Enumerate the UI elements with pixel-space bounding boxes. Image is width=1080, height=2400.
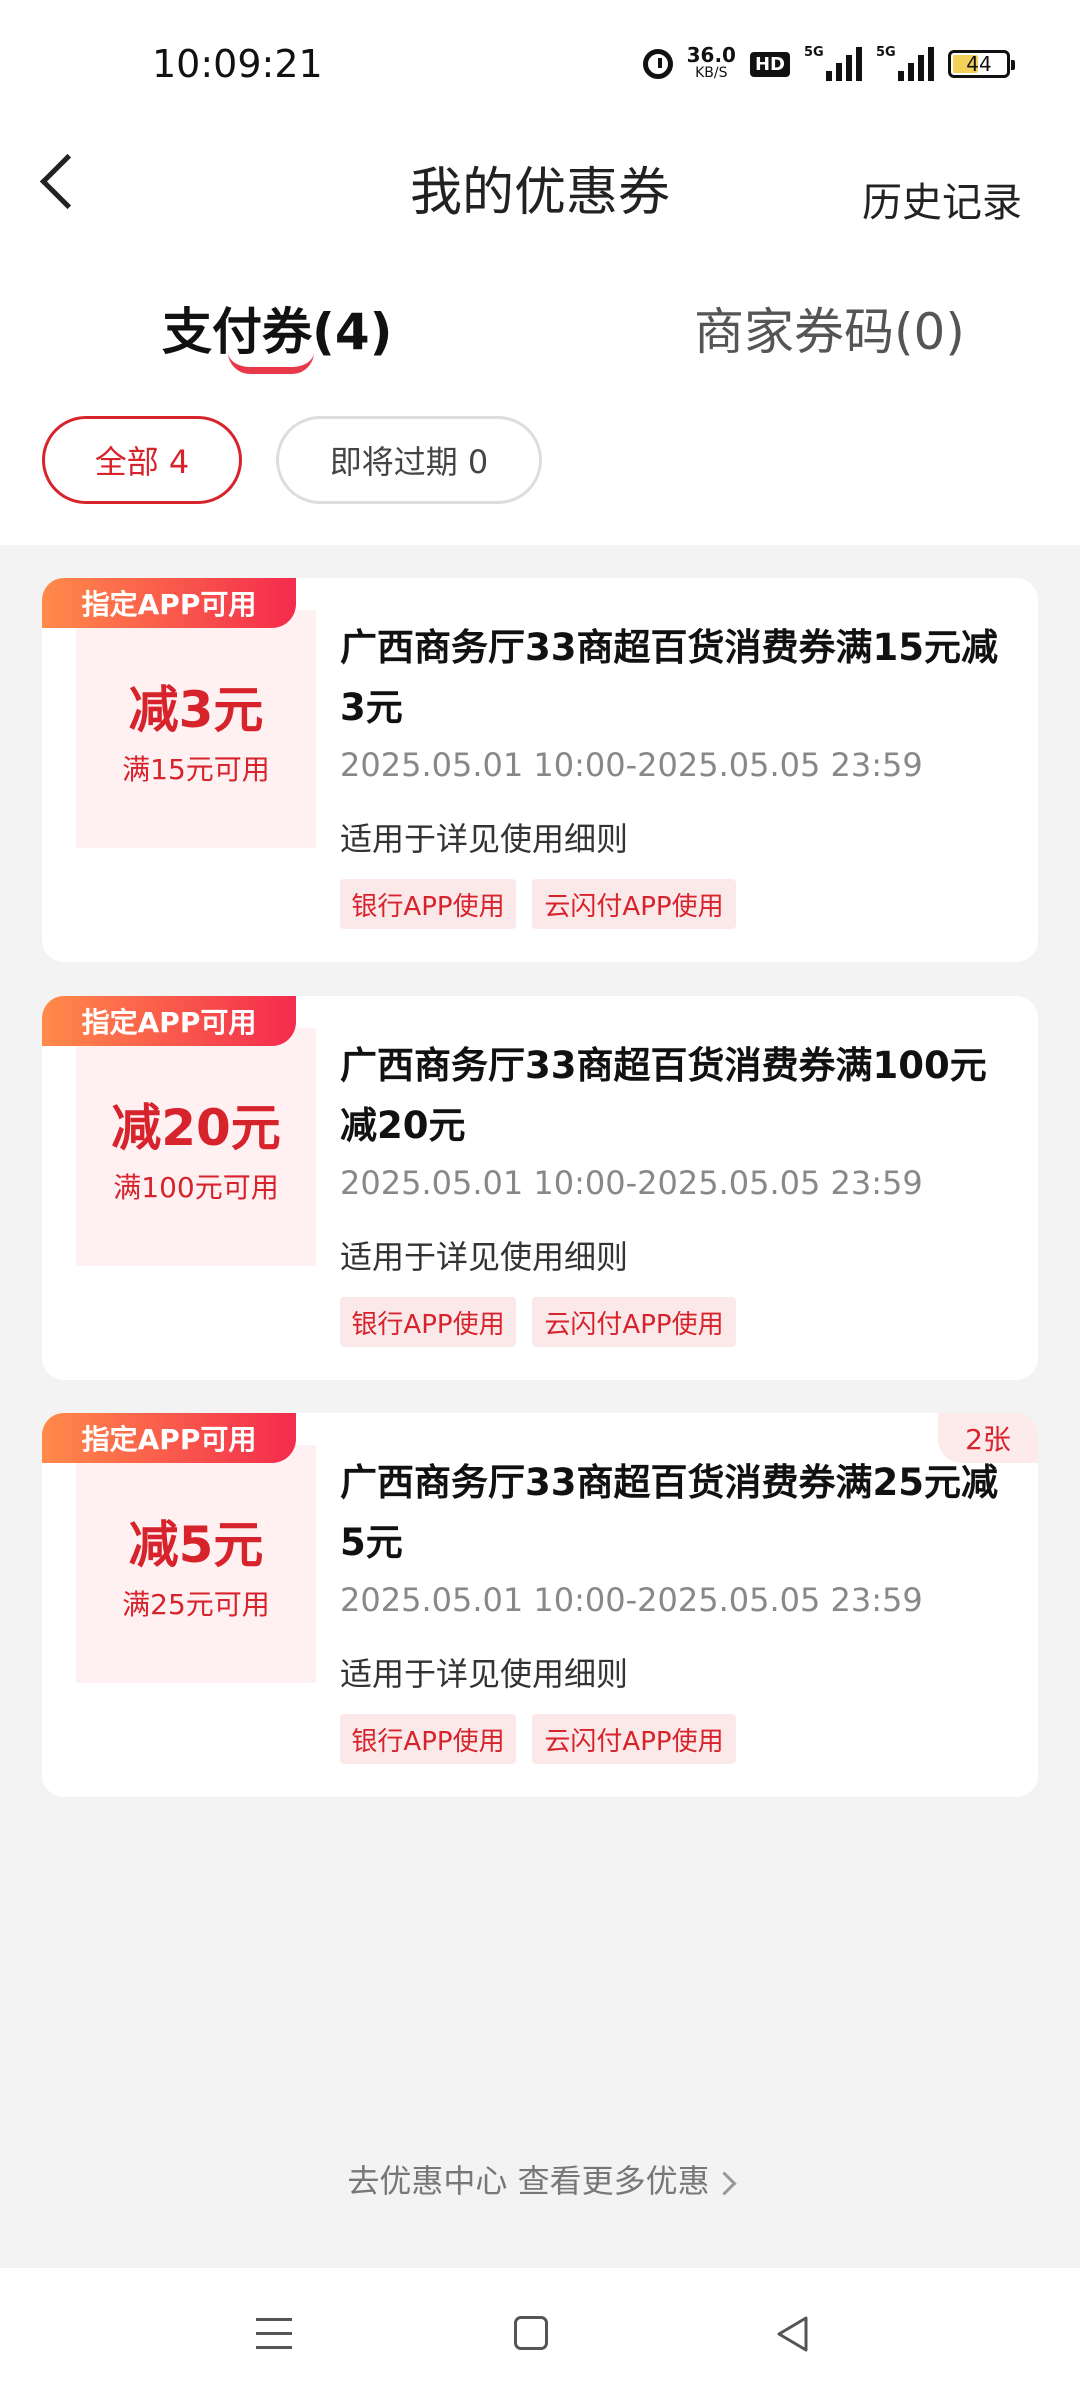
coupon-threshold: 满100元可用	[113, 1171, 279, 1204]
hd-voice-icon: HD	[749, 51, 790, 77]
signal-icon: 5G	[804, 45, 862, 81]
back-triangle-icon[interactable]	[774, 2314, 810, 2354]
coupon-title: 广西商务厅33商超百货消费券满100元减20元	[340, 1044, 987, 1147]
filter-expiring-chip[interactable]: 即将过期 0	[276, 416, 542, 504]
network-speed: 36.0 KB/S	[686, 43, 736, 81]
system-nav-bar	[0, 2268, 1080, 2400]
coupon-card[interactable]: 指定APP可用 减20元 满100元可用 广西商务厅33商超百货消费券满100元…	[42, 996, 1038, 1380]
coupon-tag-unionpay-app: 云闪付APP使用	[532, 879, 736, 929]
coupon-value-box: 减20元 满100元可用	[76, 1028, 316, 1266]
status-icons: 36.0 KB/S HD 5G 5G 44	[642, 43, 1015, 82]
chevron-right-icon	[712, 2170, 737, 2196]
coupon-app-badge: 指定APP可用	[42, 578, 296, 628]
filter-all-chip[interactable]: 全部 4	[42, 416, 242, 504]
alarm-icon	[642, 49, 673, 79]
coupon-title: 广西商务厅33商超百货消费券满25元减5元	[340, 1461, 998, 1564]
signal-icon: 5G	[876, 45, 934, 81]
coupon-discount: 减20元	[111, 1099, 281, 1157]
more-offers-link[interactable]: 去优惠中心 查看更多优惠	[0, 2156, 1080, 2202]
tab-active-indicator	[228, 352, 314, 374]
coupon-threshold: 满15元可用	[122, 753, 270, 786]
home-icon[interactable]	[514, 2316, 548, 2350]
status-time: 10:09:21	[152, 42, 323, 86]
coupon-validity: 2025.05.01 10:00-2025.05.05 23:59	[340, 1581, 923, 1619]
coupon-tag-unionpay-app: 云闪付APP使用	[532, 1297, 736, 1347]
coupon-app-badge: 指定APP可用	[42, 1413, 296, 1463]
coupon-value-box: 减5元 满25元可用	[76, 1445, 316, 1683]
coupon-scope: 适用于详见使用细则	[340, 1655, 629, 1693]
coupon-discount: 减5元	[128, 1516, 264, 1574]
coupon-tag-bank-app: 银行APP使用	[340, 879, 516, 929]
coupon-threshold: 满25元可用	[122, 1588, 270, 1621]
history-link[interactable]: 历史记录	[862, 170, 1022, 228]
coupon-value-box: 减3元 满15元可用	[76, 610, 316, 848]
coupon-tag-bank-app: 银行APP使用	[340, 1297, 516, 1347]
menu-icon[interactable]	[256, 2318, 292, 2360]
battery-icon: 44	[948, 50, 1015, 78]
coupon-validity: 2025.05.01 10:00-2025.05.05 23:59	[340, 1164, 923, 1202]
coupon-tag-unionpay-app: 云闪付APP使用	[532, 1714, 736, 1764]
coupon-validity: 2025.05.01 10:00-2025.05.05 23:59	[340, 746, 923, 784]
coupon-scope: 适用于详见使用细则	[340, 1238, 629, 1276]
tab-merchant-codes[interactable]: 商家券码(0)	[694, 292, 965, 364]
coupon-scope: 适用于详见使用细则	[340, 820, 629, 858]
coupon-tag-bank-app: 银行APP使用	[340, 1714, 516, 1764]
coupon-discount: 减3元	[128, 681, 264, 739]
coupon-card[interactable]: 指定APP可用 减3元 满15元可用 广西商务厅33商超百货消费券满15元减3元…	[42, 578, 1038, 962]
coupon-title: 广西商务厅33商超百货消费券满15元减3元	[340, 626, 998, 729]
coupon-app-badge: 指定APP可用	[42, 996, 296, 1046]
coupon-card[interactable]: 指定APP可用 2张 减5元 满25元可用 广西商务厅33商超百货消费券满25元…	[42, 1413, 1038, 1797]
